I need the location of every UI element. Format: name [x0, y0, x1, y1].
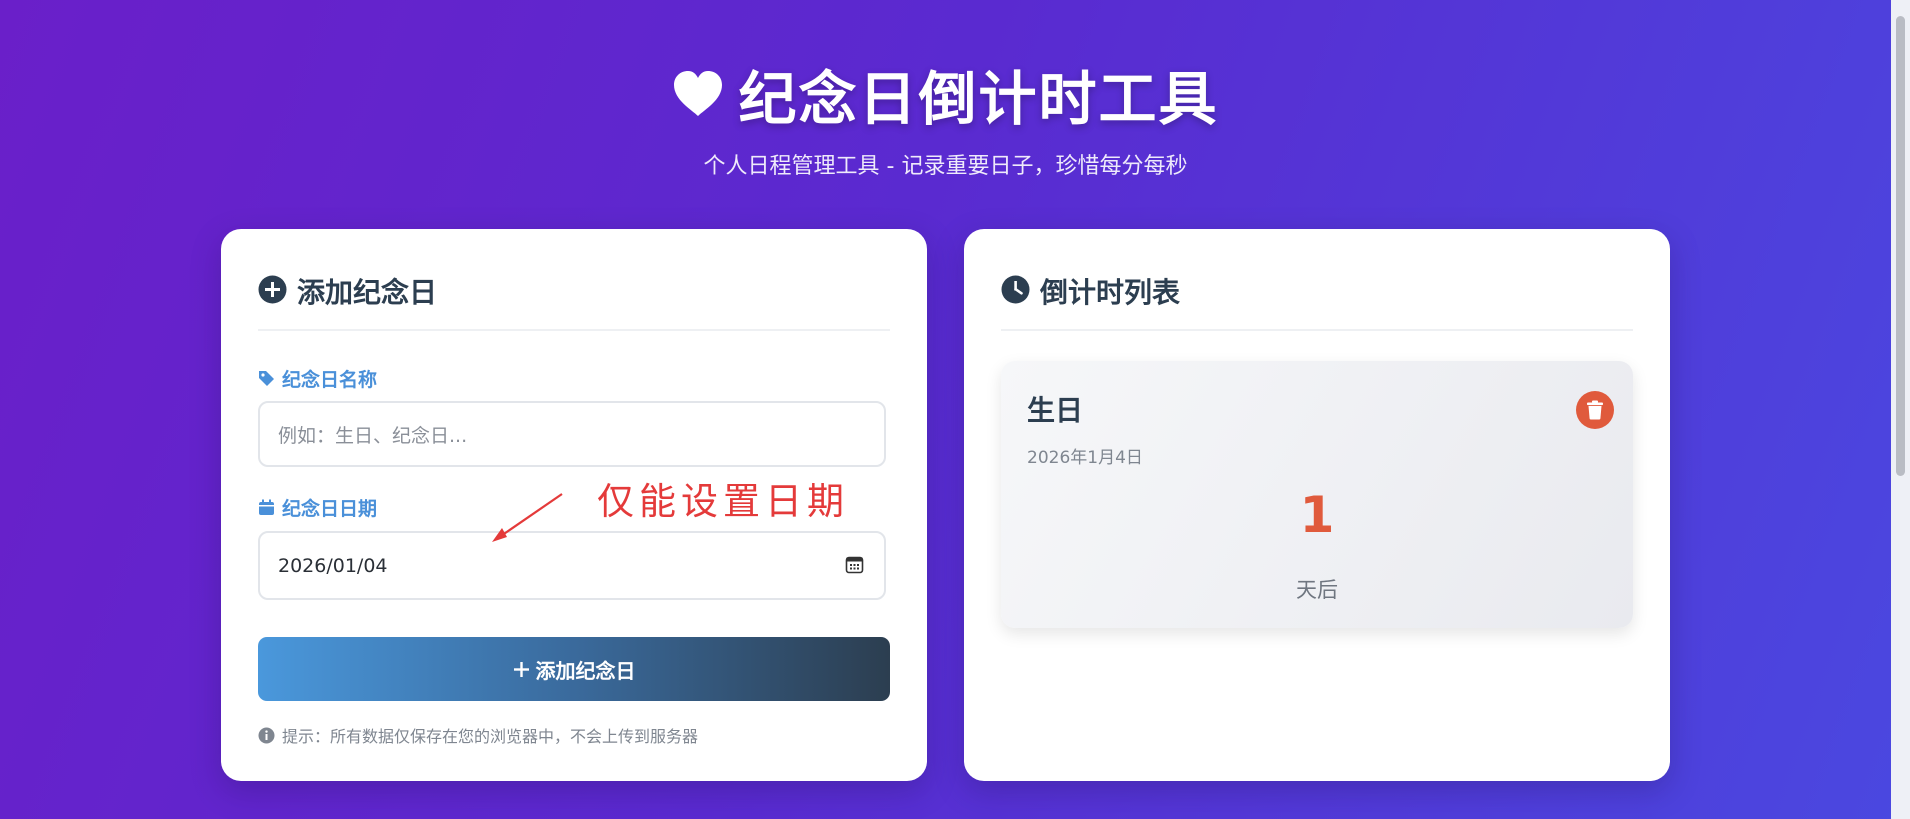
- page-title-text: 纪念日倒计时工具: [738, 65, 1219, 133]
- page-header: 纪念日倒计时工具 个人日程管理工具 - 记录重要日子，珍惜每分每秒: [0, 52, 1891, 180]
- countdown-days-number: 1: [1299, 486, 1335, 544]
- page-title: 纪念日倒计时工具: [672, 52, 1218, 136]
- countdown-days-unit: 天后: [1296, 578, 1338, 602]
- plus-icon: [513, 661, 529, 677]
- page-subtitle: 个人日程管理工具 - 记录重要日子，珍惜每分每秒: [703, 154, 1188, 179]
- add-anniversary-button-label: 添加纪念日: [535, 658, 636, 683]
- countdown-item-name: 生日: [1027, 394, 1084, 427]
- vertical-scrollbar[interactable]: [1891, 0, 1910, 819]
- date-field-label: 纪念日日期: [258, 494, 377, 521]
- anniversary-date-input[interactable]: 2026/01/04: [258, 531, 886, 600]
- storage-hint: 提示：所有数据仅保存在您的浏览器中，不会上传到服务器: [258, 723, 698, 747]
- heart-icon: [674, 71, 723, 116]
- name-field-label-text: 纪念日名称: [282, 369, 378, 391]
- countdown-list-card: 倒计时列表 生日 2026年1月4日 1 天后: [964, 229, 1670, 781]
- list-card-heading: 倒计时列表: [1001, 271, 1633, 331]
- delete-countdown-button[interactable]: [1576, 391, 1614, 429]
- add-anniversary-button[interactable]: 添加纪念日: [258, 637, 890, 701]
- storage-hint-text: 提示：所有数据仅保存在您的浏览器中，不会上传到服务器: [282, 727, 699, 746]
- page: 纪念日倒计时工具 个人日程管理工具 - 记录重要日子，珍惜每分每秒 添加纪念日 …: [0, 0, 1910, 819]
- trash-icon: [1587, 400, 1603, 420]
- name-input-placeholder: 例如：生日、纪念日...: [278, 424, 468, 447]
- clock-icon: [1001, 275, 1030, 304]
- calendar-picker-icon[interactable]: [845, 555, 864, 574]
- anniversary-name-input[interactable]: 例如：生日、纪念日...: [258, 401, 886, 467]
- annotation-arrow: [492, 493, 563, 542]
- countdown-item-date: 2026年1月4日: [1027, 448, 1143, 468]
- date-input-value: 2026/01/04: [278, 554, 388, 577]
- add-card-heading-text: 添加纪念日: [297, 276, 438, 309]
- date-field-label-text: 纪念日日期: [282, 498, 378, 520]
- info-icon: [258, 727, 275, 743]
- annotation-text: 仅能设置日期: [597, 480, 849, 523]
- name-field-label: 纪念日名称: [258, 365, 377, 392]
- scrollbar-thumb[interactable]: [1896, 16, 1905, 476]
- calendar-icon: [259, 499, 274, 515]
- plus-circle-icon: [258, 275, 287, 304]
- list-card-heading-text: 倒计时列表: [1040, 276, 1181, 309]
- tag-icon: [259, 371, 274, 386]
- add-card-heading: 添加纪念日: [258, 271, 890, 331]
- countdown-item: 生日 2026年1月4日 1 天后: [1001, 361, 1633, 628]
